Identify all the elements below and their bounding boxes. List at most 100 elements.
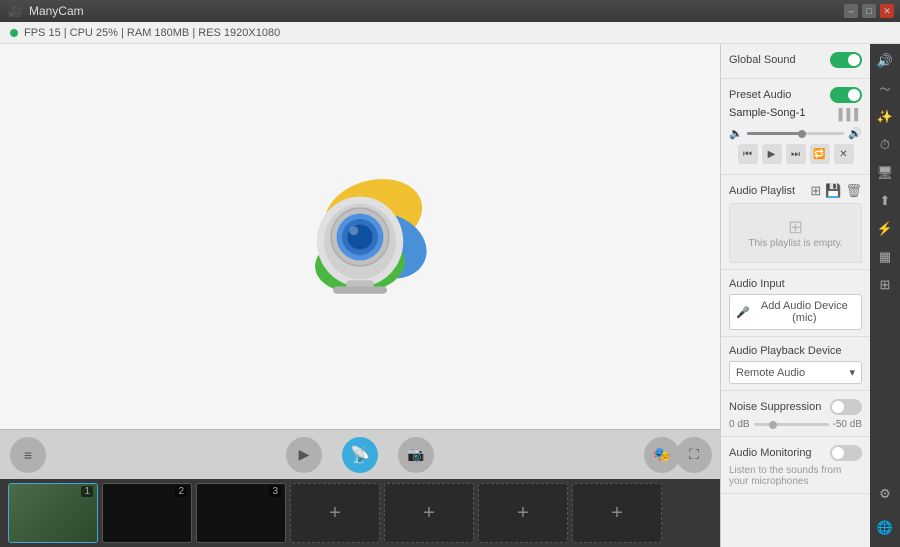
prev-button[interactable]: ⏮ (738, 144, 758, 164)
status-indicator (10, 29, 18, 37)
next-button[interactable]: ⏭ (786, 144, 806, 164)
noise-suppression-label: Noise Suppression (729, 401, 821, 413)
audio-playback-section: Audio Playback Device Remote Audio ▾ (721, 337, 870, 391)
fullscreen-btn-wrap: ⛶ (676, 437, 712, 473)
source-thumb-2[interactable]: 2 (102, 483, 192, 543)
menu-icon-btn[interactable]: ≡ (10, 437, 46, 473)
preset-audio-toggle[interactable] (830, 87, 862, 103)
fullscreen-button[interactable]: ⛶ (676, 437, 712, 473)
app-icon: 🎥 (8, 4, 23, 18)
volume-thumb[interactable] (798, 130, 806, 138)
mic-icon: 🎤 (736, 306, 750, 319)
app-title: ManyCam (29, 4, 84, 18)
playlist-add-icon-center: ⊞ (788, 217, 803, 238)
playlist-save-icon[interactable]: 💾 (825, 183, 841, 199)
manycam-logo (270, 147, 450, 327)
broadcast-icon: 📡 (350, 445, 370, 465)
source-num-3: 3 (269, 486, 281, 497)
noise-thumb[interactable] (769, 421, 777, 429)
bottom-bar-wrapper: ≡ ▶ 📡 📷 🎭 (0, 429, 720, 547)
preset-audio-section: Preset Audio Sample-Song-1 ▌▌▌ 🔈 🔊 ⏮ (721, 79, 870, 175)
fullscreen-icon: ⛶ (689, 446, 699, 463)
song-name: Sample-Song-1 (729, 107, 805, 119)
playback-controls: ⏮ ▶ ⏭ 🔁 ✕ (729, 144, 862, 164)
mask-button[interactable]: 🎭 (644, 437, 680, 473)
playlist-header: Audio Playlist ⊞ 💾 🗑 (729, 183, 862, 199)
noise-row: 0 dB -50 dB (729, 419, 862, 430)
shuffle-button[interactable]: ✕ (834, 144, 854, 164)
chevron-down-icon: ▾ (849, 366, 855, 379)
sound-tab-icon[interactable]: 🔊 (872, 48, 898, 74)
audio-playlist-section: Audio Playlist ⊞ 💾 🗑 ⊞ This playlist is … (721, 175, 870, 270)
audio-monitoring-toggle[interactable] (830, 445, 862, 461)
volume-row: 🔈 🔊 (729, 127, 862, 140)
monitoring-desc: Listen to the sounds from your microphon… (729, 465, 862, 487)
preview-main (0, 44, 720, 429)
history-icon[interactable]: ⏱ (872, 132, 898, 158)
audio-wave-icon[interactable]: 〜 (872, 76, 898, 102)
global-sound-section: Global Sound (721, 44, 870, 79)
audio-playlist-label: Audio Playlist (729, 185, 795, 197)
close-button[interactable]: ✕ (880, 4, 894, 18)
bottom-toolbar: ≡ ▶ 📡 📷 🎭 (0, 429, 720, 479)
window-controls: – □ ✕ (844, 4, 894, 18)
playlist-add-icon[interactable]: ⊞ (810, 183, 821, 199)
preview-area: ≡ ▶ 📡 📷 🎭 (0, 44, 720, 547)
add-audio-device-button[interactable]: 🎤 Add Audio Device (mic) (729, 294, 862, 330)
source-num-2: 2 (175, 486, 187, 497)
global-sound-label: Global Sound (729, 54, 796, 66)
volume-slider[interactable] (747, 132, 845, 135)
noise-suppression-toggle[interactable] (830, 399, 862, 415)
noise-suppression-section: Noise Suppression 0 dB -50 dB (721, 391, 870, 437)
broadcast-button[interactable]: 📡 (342, 437, 378, 473)
mask-btn-wrap: 🎭 (644, 437, 680, 473)
playback-device-dropdown[interactable]: Remote Audio ▾ (729, 361, 862, 384)
playlist-delete-icon[interactable]: 🗑 (845, 183, 862, 199)
source-thumb-3[interactable]: 3 (196, 483, 286, 543)
manycam-brand-icon[interactable]: 🌐 (872, 515, 898, 541)
settings-icon[interactable]: ⚙ (872, 481, 898, 507)
source-strip: 1 2 3 + + + + (0, 479, 720, 547)
global-sound-row: Global Sound (729, 52, 862, 68)
minimize-button[interactable]: – (844, 4, 858, 18)
preset-audio-label: Preset Audio (729, 89, 791, 101)
upload-icon[interactable]: ⬆ (872, 188, 898, 214)
add-source-4[interactable]: + (572, 483, 662, 543)
volume-fill (747, 132, 801, 135)
audio-input-label: Audio Input (729, 278, 785, 290)
right-icon-bar: 🔊 〜 ✨ ⏱ 🖥 ⬆ ⚡ ▦ ⊞ ⚙ 🌐 (870, 44, 900, 547)
display-icon[interactable]: 🖥 (872, 160, 898, 186)
play-button[interactable]: ▶ (762, 144, 782, 164)
noise-slider[interactable] (754, 423, 829, 426)
noise-val-left: 0 dB (729, 419, 750, 430)
grid-icon[interactable]: ⊞ (872, 272, 898, 298)
mask-icon: 🎭 (653, 446, 670, 463)
source-num-1: 1 (81, 486, 93, 497)
volume-max-icon: 🔊 (848, 127, 862, 140)
add-source-2[interactable]: + (384, 483, 474, 543)
global-sound-toggle[interactable] (830, 52, 862, 68)
add-source-3[interactable]: + (478, 483, 568, 543)
audio-input-section: Audio Input 🎤 Add Audio Device (mic) (721, 270, 870, 337)
maximize-button[interactable]: □ (862, 4, 876, 18)
add-source-1[interactable]: + (290, 483, 380, 543)
audio-playback-row: Audio Playback Device (729, 345, 862, 357)
layers-icon[interactable]: ▦ (872, 244, 898, 270)
photo-button[interactable]: 📷 (398, 437, 434, 473)
right-panel: Global Sound Preset Audio Sample-Song-1 … (720, 44, 870, 547)
stats-text: FPS 15 | CPU 25% | RAM 180MB | RES 1920X… (24, 27, 280, 39)
stats-bar: FPS 15 | CPU 25% | RAM 180MB | RES 1920X… (0, 22, 900, 44)
audio-input-row: Audio Input (729, 278, 862, 290)
video-button[interactable]: ▶ (286, 437, 322, 473)
source-thumb-1[interactable]: 1 (8, 483, 98, 543)
volume-min-icon: 🔈 (729, 127, 743, 140)
effects-icon[interactable]: ✨ (872, 104, 898, 130)
menu-button[interactable]: ≡ (10, 437, 46, 473)
audio-monitoring-row: Audio Monitoring (729, 445, 862, 461)
audio-monitoring-section: Audio Monitoring Listen to the sounds fr… (721, 437, 870, 494)
playback-device-value: Remote Audio (736, 367, 805, 379)
menu-icon: ≡ (24, 447, 32, 463)
wand-icon[interactable]: ⚡ (872, 216, 898, 242)
audio-monitoring-label: Audio Monitoring (729, 447, 812, 459)
loop-button[interactable]: 🔁 (810, 144, 830, 164)
